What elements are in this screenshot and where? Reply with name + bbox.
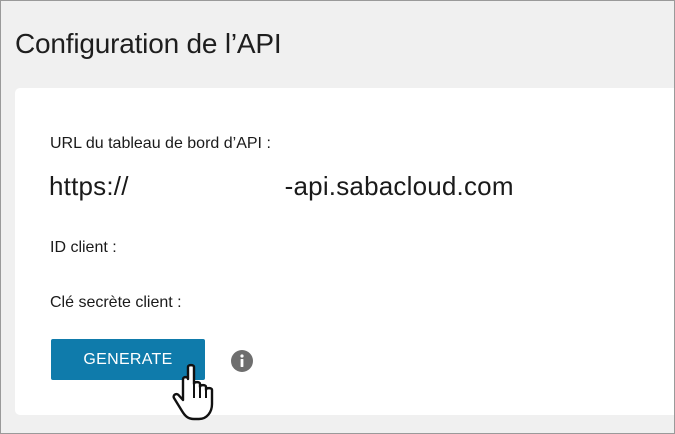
url-prefix: https:// bbox=[49, 171, 129, 201]
client-id-label: ID client : bbox=[50, 239, 117, 256]
dashboard-url-value: https:// -api.sabacloud.com bbox=[49, 171, 514, 202]
url-redacted-segment bbox=[129, 178, 285, 198]
page-title: Configuration de l’API bbox=[15, 28, 282, 59]
client-secret-label: Clé secrète client : bbox=[50, 294, 182, 311]
hand-pointer-cursor-icon bbox=[172, 363, 214, 421]
info-icon[interactable] bbox=[231, 350, 253, 372]
api-configuration-window: Configuration de l’API URL du tableau de… bbox=[0, 0, 675, 434]
url-suffix: -api.sabacloud.com bbox=[284, 171, 514, 201]
dashboard-url-label: URL du tableau de bord d’API : bbox=[50, 135, 271, 152]
api-settings-card: URL du tableau de bord d’API : https:// -… bbox=[15, 88, 674, 421]
